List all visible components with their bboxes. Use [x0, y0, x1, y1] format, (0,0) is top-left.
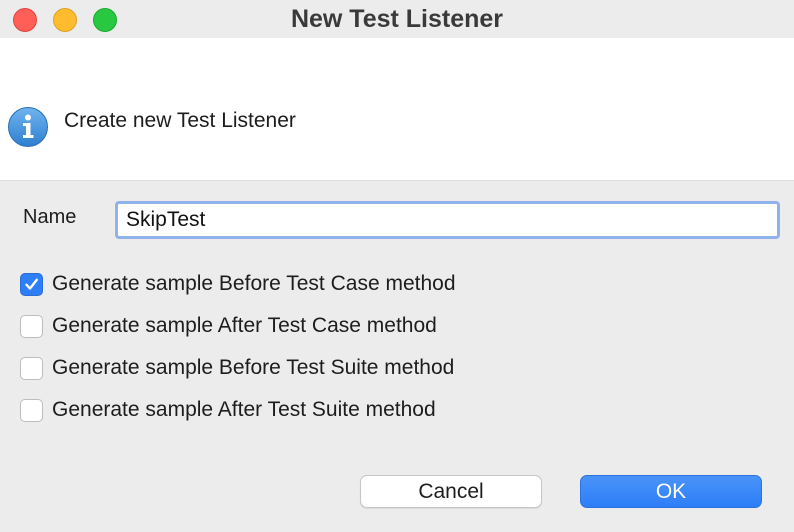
after-test-suite-checkbox[interactable]	[20, 398, 43, 422]
name-label: Name	[23, 206, 77, 228]
option-label: Generate sample Before Test Case method	[52, 272, 456, 295]
after-test-case-checkbox[interactable]	[20, 314, 43, 338]
checkmark-icon	[25, 278, 38, 290]
info-icon	[8, 107, 48, 147]
name-input[interactable]	[115, 201, 780, 239]
option-after-test-case[interactable]: Generate sample After Test Case method	[20, 313, 437, 339]
header-banner: Create new Test Listener	[0, 38, 794, 180]
option-label: Generate sample After Test Case method	[52, 314, 437, 337]
title-bar: New Test Listener	[0, 0, 794, 38]
option-label: Generate sample Before Test Suite method	[52, 356, 455, 379]
ok-button[interactable]: OK	[580, 475, 762, 508]
new-test-listener-dialog: New Test Listener Create new Test Listen…	[0, 0, 794, 532]
option-before-test-case[interactable]: Generate sample Before Test Case method	[20, 271, 456, 297]
before-test-case-checkbox[interactable]	[20, 272, 43, 296]
option-label: Generate sample After Test Suite method	[52, 398, 436, 421]
option-after-test-suite[interactable]: Generate sample After Test Suite method	[20, 397, 436, 423]
before-test-suite-checkbox[interactable]	[20, 356, 43, 380]
banner-divider	[0, 180, 794, 181]
option-before-test-suite[interactable]: Generate sample Before Test Suite method	[20, 355, 454, 381]
cancel-button[interactable]: Cancel	[360, 475, 542, 508]
banner-message: Create new Test Listener	[64, 109, 296, 132]
window-title: New Test Listener	[290, 5, 504, 33]
